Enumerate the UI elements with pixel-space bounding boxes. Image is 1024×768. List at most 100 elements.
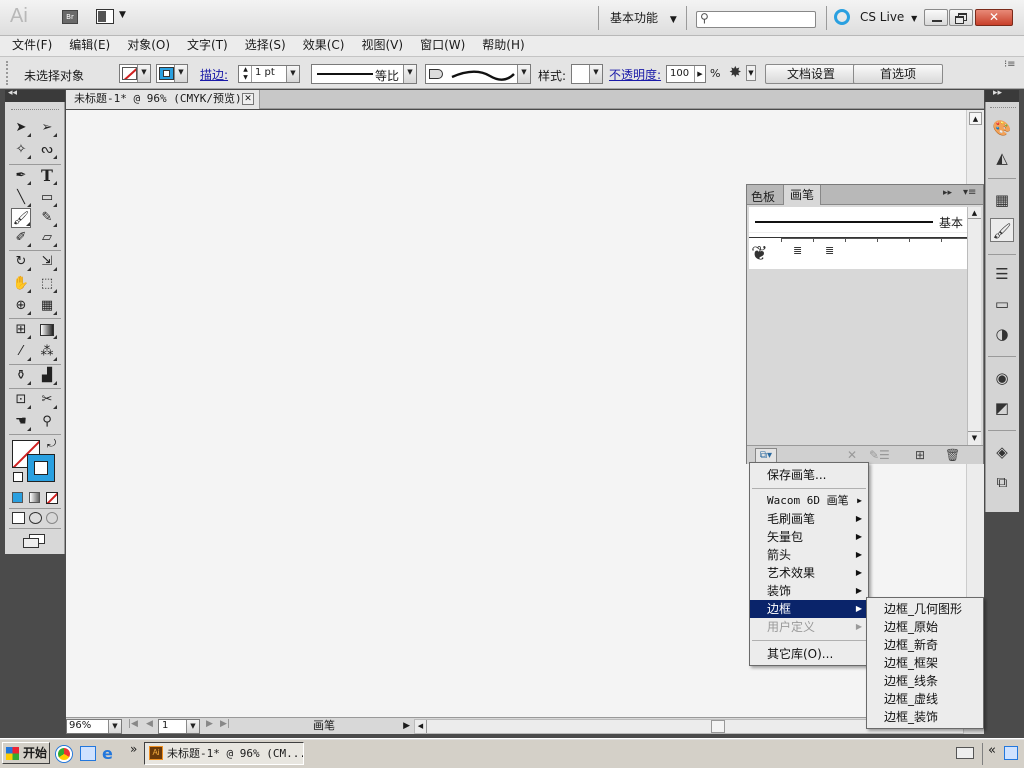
artboard-number-dropdown[interactable]: 1 ▼ xyxy=(158,719,200,734)
brush-options-icon[interactable]: ✎☰ xyxy=(869,448,890,462)
search-input[interactable]: ⚲ xyxy=(696,11,816,28)
brush-list[interactable]: 基本 ❦ ≣ ≣ xyxy=(749,207,967,269)
art-brush-thumbnail-icon[interactable]: ❦ xyxy=(751,240,781,266)
bridge-button[interactable]: Br xyxy=(62,10,78,24)
preferences-button[interactable]: 首选项 xyxy=(853,64,943,84)
none-mode-icon[interactable] xyxy=(46,492,58,504)
opacity-link[interactable]: 不透明度: xyxy=(609,66,661,83)
tray-expand-icon[interactable]: « xyxy=(988,743,996,758)
submenu-borders-primitive[interactable]: 边框_原始 xyxy=(867,618,985,636)
graphic-styles-panel-icon[interactable]: ◩ xyxy=(990,396,1014,420)
panel-menu-icon[interactable]: ▾≡ xyxy=(963,187,976,198)
symbol-sprayer-tool-icon[interactable]: ⚱ xyxy=(11,366,31,386)
menu-wacom-brushes[interactable]: Wacom 6D 画笔 ▶ xyxy=(750,492,868,510)
scroll-down-icon[interactable]: ▼ xyxy=(968,431,981,443)
ie-quicklaunch-icon[interactable]: e xyxy=(102,744,113,763)
variable-width-profile[interactable]: 等比 ▼ xyxy=(311,64,417,84)
opacity-field[interactable]: 100 ▶ xyxy=(666,65,706,83)
scale-tool-icon[interactable]: ⇲ xyxy=(37,252,57,272)
toolbox-header[interactable]: ◂◂ xyxy=(5,88,65,102)
blob-brush-tool-icon[interactable]: ✐ xyxy=(11,228,31,248)
zoom-level-dropdown[interactable]: 96% ▼ xyxy=(66,719,122,734)
zoom-tool-icon[interactable]: ⚲ xyxy=(37,412,57,432)
quicklaunch-more-icon[interactable]: » xyxy=(130,742,137,756)
eraser-tool-icon[interactable]: ▱ xyxy=(37,228,57,248)
default-colors-icon[interactable] xyxy=(13,472,23,482)
expand-icon[interactable]: ▸▸ xyxy=(993,88,1002,98)
status-menu-icon[interactable]: ▶ xyxy=(403,719,410,733)
recolor-artwork-button[interactable]: ✸ ▼ xyxy=(729,63,757,83)
menu-arrows[interactable]: 箭头 ▶ xyxy=(750,546,868,564)
collapse-panel-icon[interactable]: ▸▸ xyxy=(943,188,952,198)
brush-libraries-menu-icon[interactable]: ⧉▾ xyxy=(755,448,777,463)
style-dropdown[interactable]: ▼ xyxy=(571,64,603,84)
menu-effect[interactable]: 效果(C) xyxy=(303,38,345,52)
browser-quicklaunch-icon[interactable] xyxy=(56,746,72,762)
start-button[interactable]: 开始 xyxy=(2,742,50,764)
taskbar-window-button[interactable]: Ai 未标题-1* @ 96% (CM... xyxy=(144,742,304,765)
gradient-mode-icon[interactable] xyxy=(29,492,40,503)
last-artboard-icon[interactable]: ▶| xyxy=(220,719,230,729)
blend-tool-icon[interactable]: ⁂ xyxy=(37,342,57,362)
network-tray-icon[interactable] xyxy=(1004,746,1018,760)
menu-bristle-brushes[interactable]: 毛刷画笔 ▶ xyxy=(750,510,868,528)
hand-tool-icon[interactable]: ☚ xyxy=(11,412,31,432)
brushes-panel-icon[interactable]: 🖌 xyxy=(990,218,1014,242)
mesh-tool-icon[interactable]: ⊞ xyxy=(11,320,31,340)
slice-tool-icon[interactable]: ✂ xyxy=(37,390,57,410)
scroll-up-icon[interactable]: ▲ xyxy=(969,112,982,125)
warp-tool-icon[interactable]: ✋ xyxy=(11,274,31,294)
menu-help[interactable]: 帮助(H) xyxy=(482,38,524,52)
stroke-panel-icon[interactable]: ☰ xyxy=(990,262,1014,286)
dock-header[interactable]: ▸▸ xyxy=(985,88,1019,102)
menu-view[interactable]: 视图(V) xyxy=(361,38,403,52)
remove-brush-stroke-icon[interactable]: ✕ xyxy=(847,448,857,462)
close-tab-icon[interactable]: ✕ xyxy=(242,93,254,105)
first-artboard-icon[interactable]: |◀ xyxy=(128,719,138,729)
submenu-borders-novelty[interactable]: 边框_新奇 xyxy=(867,636,985,654)
draw-inside-icon[interactable] xyxy=(46,512,58,524)
submenu-borders-frames[interactable]: 边框_框架 xyxy=(867,654,985,672)
cs-live-button[interactable]: CS Live ▼ xyxy=(860,10,917,24)
direct-selection-tool-icon[interactable]: ➢ xyxy=(37,118,57,138)
pen-tool-icon[interactable]: ✒ xyxy=(11,166,31,186)
minimize-button[interactable] xyxy=(924,9,948,26)
stroke-color-dropdown[interactable]: ▼ xyxy=(156,64,188,83)
collapse-icon[interactable]: ◂◂ xyxy=(8,88,17,98)
type-tool-icon[interactable]: T xyxy=(37,166,57,186)
menu-borders[interactable]: 边框 ▶ xyxy=(750,600,868,618)
new-brush-icon[interactable]: ⊞ xyxy=(915,448,925,462)
artboards-panel-icon[interactable]: ⧉ xyxy=(990,470,1014,494)
draw-normal-icon[interactable] xyxy=(12,512,25,524)
stroke-weight-field[interactable]: ▲ ▼ 1 pt ▼ xyxy=(238,65,300,83)
menu-file[interactable]: 文件(F) xyxy=(12,38,52,52)
perspective-grid-tool-icon[interactable]: ▦ xyxy=(37,296,57,316)
delete-brush-icon[interactable]: 🗑 xyxy=(945,448,960,462)
shape-builder-tool-icon[interactable]: ⊕ xyxy=(11,296,31,316)
document-setup-button[interactable]: 文档设置 xyxy=(765,64,857,84)
previous-artboard-icon[interactable]: ◀ xyxy=(146,719,153,729)
line-tool-icon[interactable]: ╲ xyxy=(11,188,31,208)
stepper-icon[interactable]: ▲ ▼ xyxy=(240,66,252,82)
free-transform-tool-icon[interactable]: ⬚ xyxy=(37,274,57,294)
color-mode-icon[interactable] xyxy=(12,492,23,503)
desktop-quicklaunch-icon[interactable] xyxy=(80,746,96,761)
fill-color-dropdown[interactable]: ▼ xyxy=(119,64,151,83)
scroll-left-icon[interactable]: ◀ xyxy=(415,720,427,733)
paintbrush-tool-icon[interactable]: 🖌 xyxy=(11,208,31,228)
submenu-borders-decorative[interactable]: 边框_装饰 xyxy=(867,708,985,726)
basic-brush-row[interactable]: 基本 xyxy=(749,211,967,233)
gradient-panel-icon[interactable]: ▭ xyxy=(990,292,1014,316)
close-button[interactable]: ✕ xyxy=(975,9,1013,26)
stroke-link[interactable]: 描边: xyxy=(200,66,228,83)
menu-other-library[interactable]: 其它库(O)... xyxy=(750,645,868,663)
next-artboard-icon[interactable]: ▶ xyxy=(206,719,213,729)
stroke-swatch[interactable] xyxy=(27,454,55,482)
menu-object[interactable]: 对象(O) xyxy=(127,38,170,52)
menu-select[interactable]: 选择(S) xyxy=(245,38,286,52)
pencil-tool-icon[interactable]: ✎ xyxy=(37,208,57,228)
panel-menu-icon[interactable]: ⁝≡ xyxy=(1004,59,1016,70)
menu-decorative[interactable]: 装饰 ▶ xyxy=(750,582,868,600)
selection-tool-icon[interactable]: ➤ xyxy=(11,118,31,138)
color-guide-icon[interactable]: 🎨 xyxy=(990,116,1014,140)
